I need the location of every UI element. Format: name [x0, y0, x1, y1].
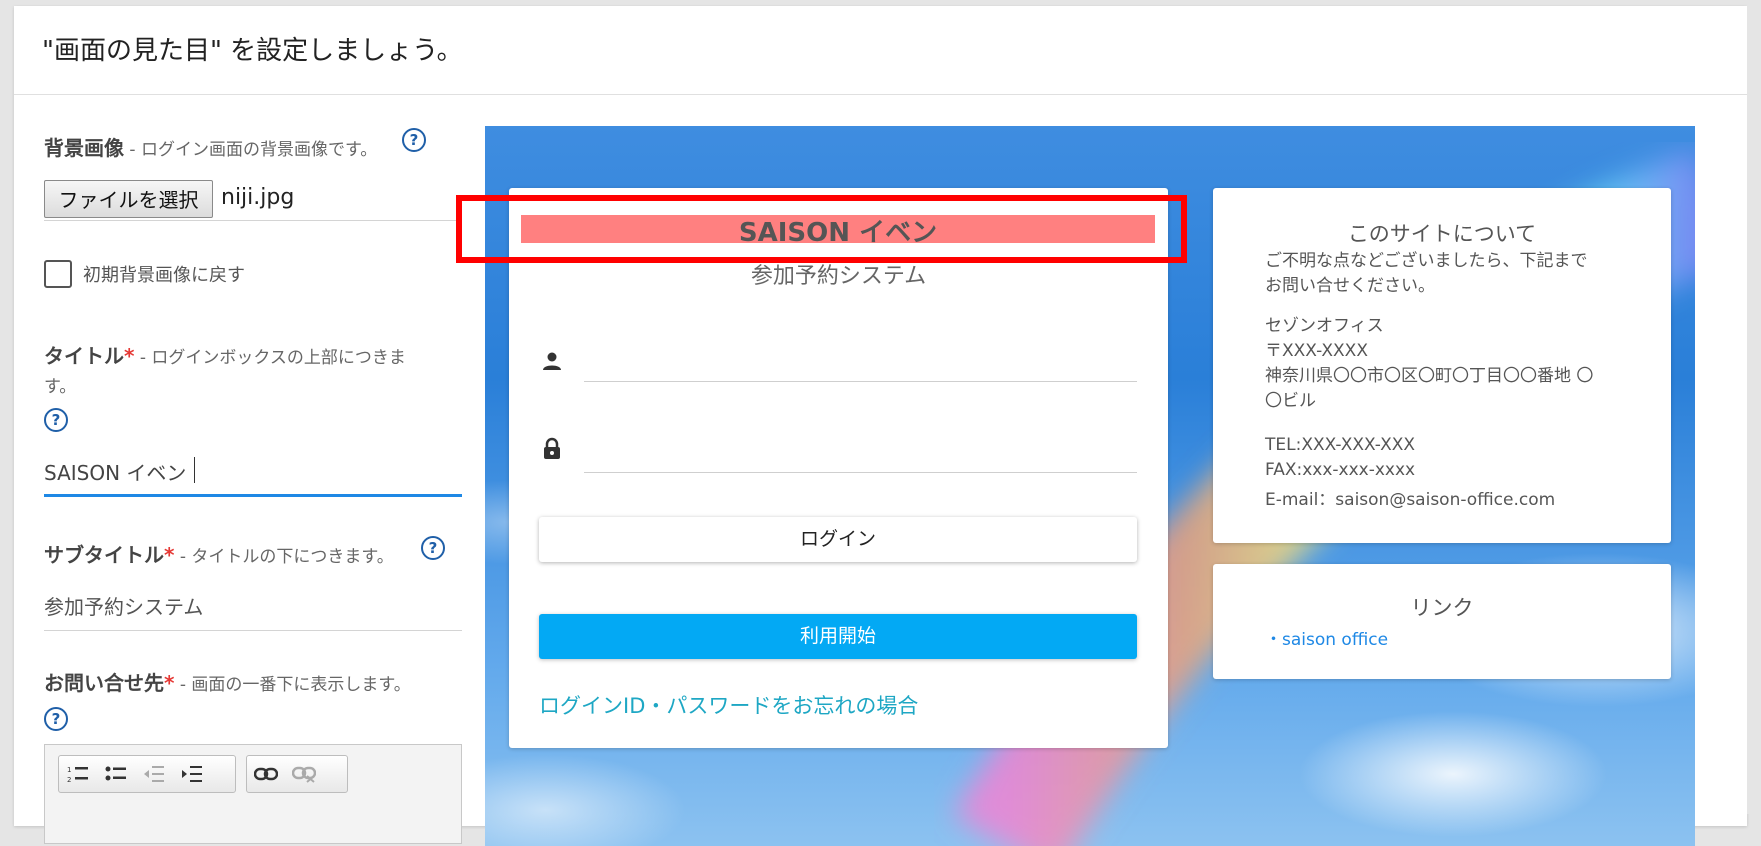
subtitle-field-label: サブタイトル* - タイトルの下につきます。: [44, 543, 394, 567]
login-button[interactable]: ログイン: [539, 517, 1137, 562]
selected-file-name: niji.jpg: [221, 185, 295, 210]
contact-field-label: お問い合せ先* - 画面の一番下に表示します。: [44, 671, 411, 695]
right-gutter: [1747, 0, 1761, 814]
help-icon-title[interactable]: ?: [44, 408, 68, 432]
title-input-underline: [44, 494, 462, 497]
help-icon-background[interactable]: ?: [402, 128, 426, 152]
text-caret: [194, 457, 195, 483]
header-divider: [14, 94, 1747, 95]
about-text-line: TEL:XXX-XXX-XXX: [1265, 435, 1416, 455]
outdent-icon[interactable]: [135, 756, 173, 792]
svg-text:2: 2: [67, 776, 71, 784]
file-divider: [44, 220, 462, 221]
about-title: このサイトについて: [1347, 222, 1537, 246]
about-text-line: セゾンオフィス: [1265, 316, 1384, 336]
link-item[interactable]: ・saison office: [1265, 625, 1388, 650]
subtitle-input[interactable]: 参加予約システム: [44, 591, 203, 620]
about-text-line: 〒XXX-XXXX: [1265, 341, 1368, 361]
page-title: "画面の見た目" を設定しましょう。: [42, 36, 463, 66]
bullet-list-icon[interactable]: [97, 756, 135, 792]
help-icon-subtitle[interactable]: ?: [421, 536, 445, 560]
list-toolbar-group: 12: [58, 755, 236, 793]
about-text-line: E-mail：saison@saison-office.com: [1265, 490, 1556, 510]
annotation-rectangle: [456, 195, 1187, 263]
ordered-list-icon[interactable]: 12: [59, 756, 97, 792]
about-text-line: ご不明な点などございましたら、下記まで: [1265, 251, 1588, 271]
editor-toolbar: 12: [44, 744, 462, 844]
title-field-label: タイトル* - ログインボックスの上部につきま: [44, 344, 406, 368]
unlink-icon[interactable]: [285, 756, 323, 792]
link-icon[interactable]: [247, 756, 285, 792]
login-subtitle: 参加予約システム: [750, 264, 927, 289]
about-text-line: FAX:xxx-xxx-xxxx: [1265, 460, 1416, 480]
username-input[interactable]: [584, 381, 1137, 382]
about-text-line: 神奈川県〇〇市〇区〇町〇丁目〇〇番地 〇: [1265, 366, 1594, 386]
start-button[interactable]: 利用開始: [539, 614, 1137, 659]
about-text-line: お問い合せください。: [1265, 276, 1435, 296]
indent-icon[interactable]: [173, 756, 211, 792]
choose-file-button[interactable]: ファイルを選択: [44, 180, 213, 218]
background-image-label: 背景画像 - ログイン画面の背景画像です。: [44, 136, 378, 160]
svg-text:1: 1: [67, 766, 71, 774]
forgot-password-link[interactable]: ログインID・パスワードをお忘れの場合: [539, 690, 918, 720]
lock-icon: [544, 437, 560, 459]
reset-background-checkbox[interactable]: [44, 260, 72, 288]
reset-background-label[interactable]: 初期背景画像に戻す: [83, 261, 245, 287]
password-input[interactable]: [584, 472, 1137, 473]
link-toolbar-group: [246, 755, 348, 793]
links-title: リンク: [1410, 596, 1474, 620]
subtitle-underline: [44, 630, 462, 631]
about-text-line: 〇ビル: [1265, 391, 1316, 411]
title-input[interactable]: SAISON イベン: [44, 457, 186, 486]
title-field-desc-cont: す。: [44, 377, 77, 397]
user-icon: [543, 352, 561, 370]
help-icon-contact[interactable]: ?: [44, 707, 68, 731]
